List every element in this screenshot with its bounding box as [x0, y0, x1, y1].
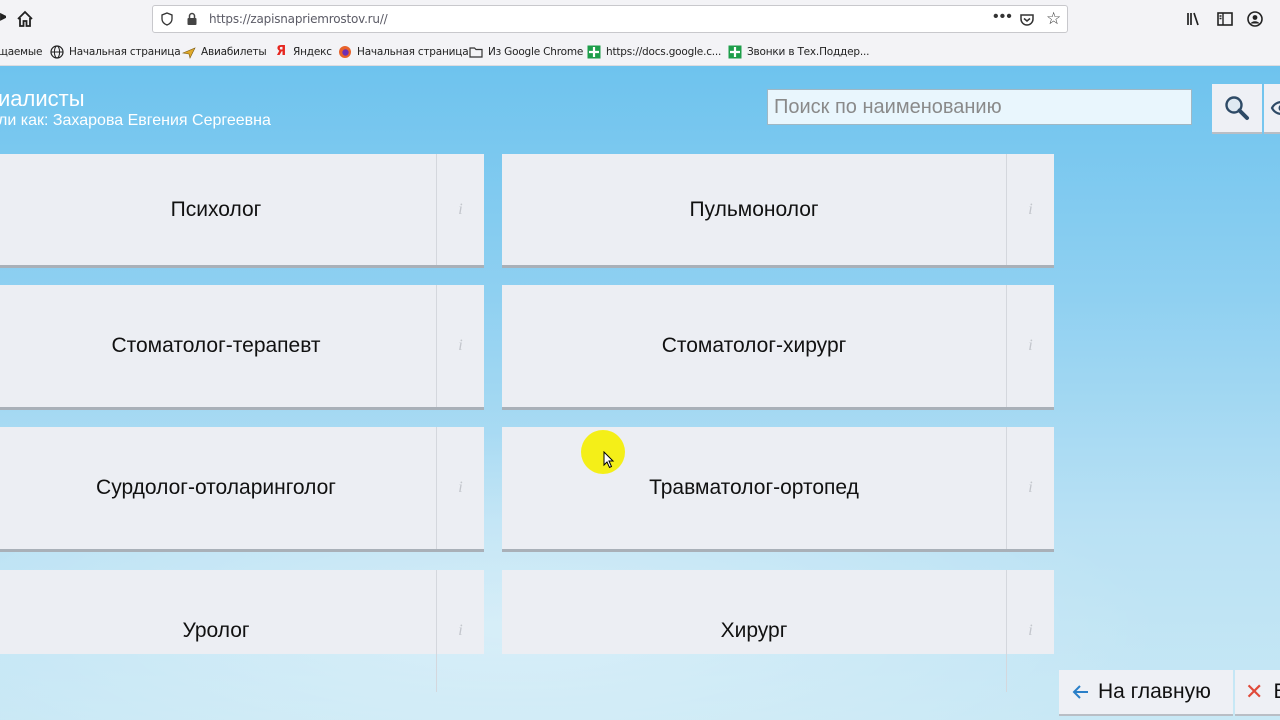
specialist-card[interactable]: Пульмонолог i [502, 154, 1054, 265]
specialist-name: Сурдолог-отоларинголог [96, 476, 336, 499]
folder-icon [469, 47, 483, 58]
info-button[interactable]: i [1006, 427, 1054, 549]
specialist-card[interactable]: Стоматолог-терапевт i [0, 285, 484, 407]
specialist-card[interactable]: Стоматолог-хирург i [502, 285, 1054, 407]
bookmark-item[interactable]: Начальная страница [338, 44, 469, 60]
info-button[interactable]: i [436, 427, 484, 549]
library-icon[interactable] [1186, 10, 1204, 28]
browser-toolbar: ▸ https://zapisnapriemrostov.ru// ••• ☆ [0, 0, 1280, 38]
info-button[interactable]: i [1006, 570, 1054, 692]
sheets-icon [587, 45, 601, 59]
specialist-name: Пульмонолог [689, 197, 819, 221]
bookmark-item[interactable]: Из Google Chrome [469, 44, 583, 60]
shield-icon[interactable] [160, 12, 174, 26]
lock-icon[interactable] [185, 12, 199, 26]
pocket-icon[interactable] [1019, 12, 1035, 28]
close-icon: ✕ [1245, 679, 1264, 704]
search-button[interactable] [1212, 84, 1262, 132]
sheets-icon [728, 45, 742, 59]
specialist-name: Уролог [182, 619, 250, 642]
url-bar[interactable]: https://zapisnapriemrostov.ru// ••• ☆ [152, 5, 1068, 33]
home-icon[interactable] [12, 6, 38, 32]
info-button[interactable]: i [436, 570, 484, 692]
bookmarks-bar: щаемые Начальная страница Авиабилеты Я Я… [0, 38, 1280, 66]
info-button[interactable]: i [1006, 154, 1054, 265]
info-button[interactable]: i [1006, 285, 1054, 407]
specialist-name: Стоматолог-терапевт [111, 334, 321, 357]
bookmark-item[interactable]: Звонки в Тех.Поддер... [728, 44, 869, 60]
bookmark-label: Авиабилеты [201, 46, 267, 58]
globe-icon [50, 45, 64, 59]
exit-label: В [1273, 680, 1280, 704]
logged-in-user: ли как: Захарова Евгения Сергеевна [0, 112, 271, 129]
specialist-card[interactable]: Уролог i [0, 570, 484, 692]
search-input[interactable] [767, 89, 1192, 125]
sidebar-icon[interactable] [1216, 10, 1234, 28]
info-button[interactable]: i [436, 154, 484, 265]
specialist-name: Травматолог-ортопед [649, 476, 859, 499]
specialist-name: Хирург [720, 619, 788, 642]
bookmark-item[interactable]: Авиабилеты [182, 44, 267, 60]
bookmark-item[interactable]: Начальная страница [50, 44, 181, 60]
page-content: иалисты ли как: Захарова Евгения Сергеев… [0, 66, 1280, 720]
arrow-left-icon [1072, 685, 1088, 699]
bookmark-label: Звонки в Тех.Поддер... [747, 46, 870, 58]
specialist-name: Стоматолог-хирург [661, 334, 847, 357]
specialist-name: Психолог [170, 197, 262, 221]
page-actions-icon[interactable]: ••• [993, 8, 1013, 26]
bookmark-label: https://docs.google.c... [606, 46, 722, 58]
bookmark-label: Из Google Chrome [488, 46, 584, 58]
info-button[interactable]: i [436, 285, 484, 407]
back-arrow-icon[interactable]: ▸ [0, 8, 6, 26]
home-link-label: На главную [1098, 680, 1211, 703]
specialist-card[interactable]: Психолог i [0, 154, 484, 265]
home-link-button[interactable]: На главную [1059, 670, 1233, 714]
mouse-cursor-icon [603, 451, 615, 469]
exit-button[interactable]: ✕ В [1235, 670, 1280, 714]
url-text[interactable]: https://zapisnapriemrostov.ru// [209, 12, 388, 26]
eye-icon [1270, 101, 1280, 115]
bookmark-label: Яндекс [293, 46, 332, 58]
bookmark-item[interactable]: щаемые [0, 44, 42, 60]
search-icon [1225, 96, 1249, 120]
account-icon[interactable] [1246, 10, 1264, 28]
firefox-icon [339, 46, 351, 58]
specialist-card[interactable]: Хирург i [502, 570, 1054, 692]
plane-icon [182, 47, 196, 59]
bookmark-star-icon[interactable]: ☆ [1046, 10, 1061, 28]
bookmark-label: щаемые [0, 46, 43, 58]
page-title: иалисты [0, 86, 85, 111]
bookmark-item[interactable]: https://docs.google.c... [587, 44, 721, 60]
bookmark-label: Начальная страница [69, 46, 181, 58]
yandex-icon: Я [276, 44, 286, 59]
visibility-button[interactable] [1264, 84, 1280, 132]
bookmark-item[interactable]: Я Яндекс [274, 44, 332, 60]
specialist-card[interactable]: Сурдолог-отоларинголог i [0, 427, 484, 549]
bookmark-label: Начальная страница [357, 46, 469, 58]
